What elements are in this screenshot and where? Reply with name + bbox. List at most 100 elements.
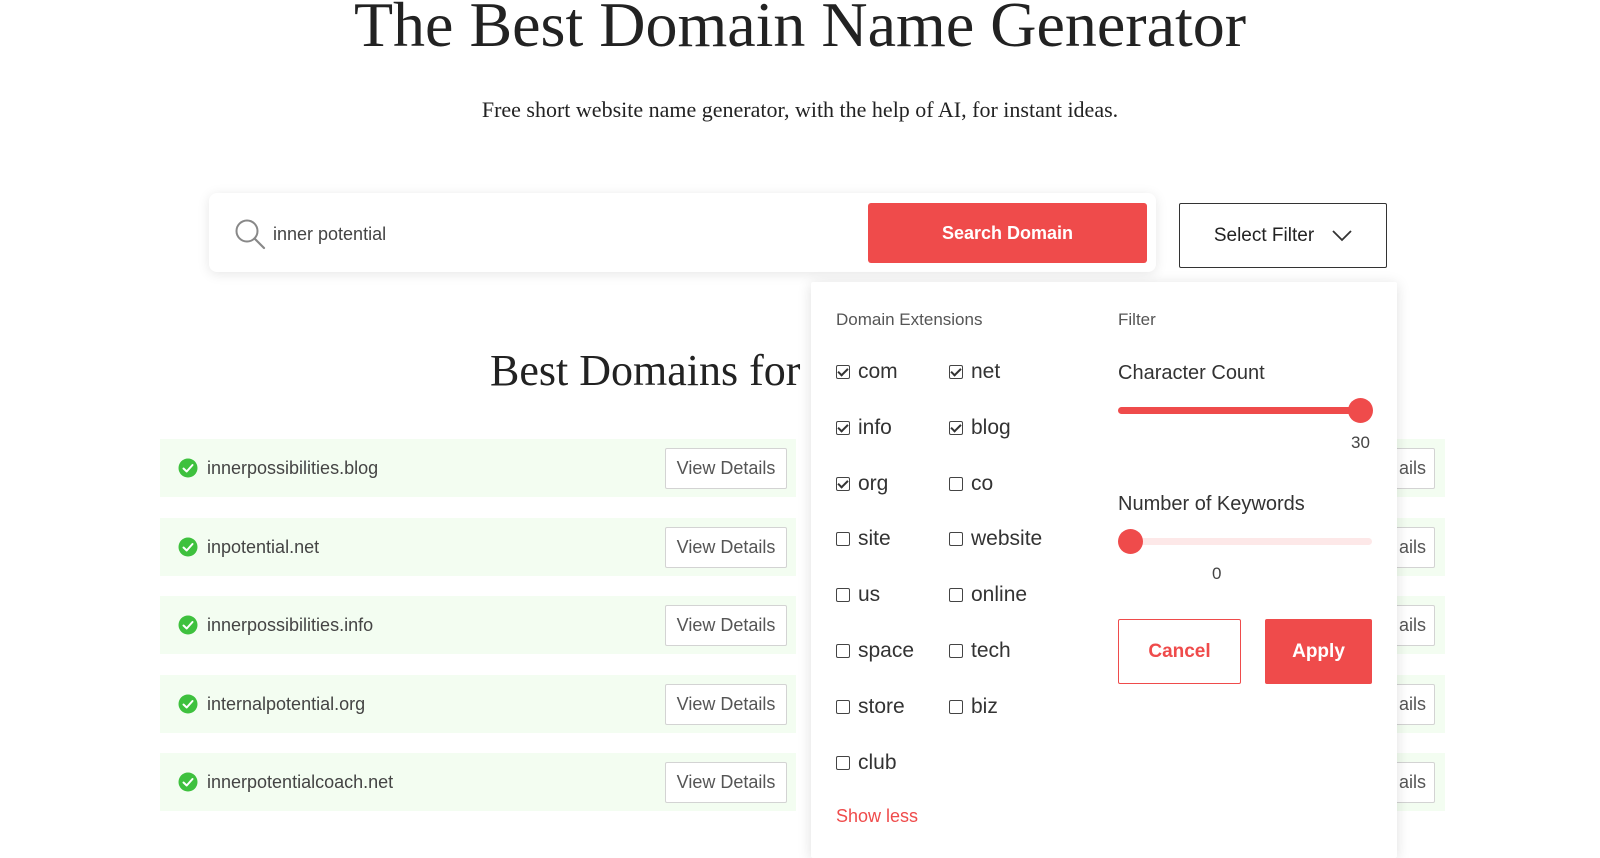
keywords-label: Number of Keywords	[1118, 493, 1305, 515]
keywords-slider-thumb[interactable]	[1118, 529, 1143, 554]
filter-heading: Filter	[1118, 310, 1156, 329]
extension-label: biz	[971, 694, 998, 718]
view-details-button[interactable]: View Details	[665, 605, 787, 646]
character-count-slider-fill	[1118, 407, 1360, 414]
extension-label: tech	[971, 639, 1011, 662]
domain-name[interactable]: innerpotentialcoach.net	[207, 772, 393, 793]
extension-checkbox-net[interactable]: net	[949, 360, 1000, 384]
view-details-button-partial[interactable]: ails	[1396, 762, 1435, 803]
checkbox-icon[interactable]	[836, 699, 850, 714]
results-heading: Best Domains for	[490, 346, 801, 395]
extension-checkbox-com[interactable]: com	[836, 360, 898, 384]
checkbox-icon[interactable]	[949, 476, 963, 491]
extension-checkbox-store[interactable]: store	[836, 695, 905, 719]
check-circle-icon	[178, 458, 198, 478]
extension-checkbox-org[interactable]: org	[836, 472, 888, 496]
result-row-right: ails	[1396, 596, 1445, 654]
checkbox-icon[interactable]	[836, 588, 850, 603]
result-row: innerpotentialcoach.net View Details	[160, 753, 796, 811]
extension-checkbox-tech[interactable]: tech	[949, 639, 1011, 663]
check-circle-icon	[178, 772, 198, 792]
extension-label: space	[858, 639, 915, 662]
extension-label: info	[858, 415, 892, 439]
keywords-value: 0	[1212, 564, 1222, 583]
filter-panel: Domain Extensions Filter com net info blog o…	[811, 282, 1397, 858]
extension-label: blog	[971, 415, 1011, 439]
checkbox-icon[interactable]	[836, 476, 850, 491]
extension-checkbox-online[interactable]: online	[949, 583, 1027, 607]
checkbox-icon[interactable]	[949, 699, 963, 714]
search-input[interactable]	[271, 215, 855, 253]
checkbox-icon[interactable]	[949, 532, 963, 547]
checkbox-icon[interactable]	[836, 755, 850, 770]
view-details-button[interactable]: View Details	[665, 762, 787, 803]
result-row: internalpotential.org View Details	[160, 675, 796, 733]
extension-label: org	[858, 471, 889, 495]
checkbox-icon[interactable]	[949, 365, 963, 379]
extension-label: store	[858, 694, 905, 718]
view-details-button-partial[interactable]: ails	[1396, 527, 1435, 568]
extension-checkbox-biz[interactable]: biz	[949, 695, 998, 719]
extension-label: site	[858, 527, 891, 551]
show-less-link[interactable]: Show less	[836, 806, 918, 827]
view-details-button[interactable]: View Details	[665, 448, 787, 489]
check-circle-icon	[178, 694, 198, 714]
extension-checkbox-co[interactable]: co	[949, 472, 993, 496]
character-count-slider[interactable]	[1118, 398, 1373, 423]
checkbox-icon[interactable]	[949, 420, 963, 435]
extension-label: website	[971, 527, 1043, 551]
keywords-slider[interactable]	[1118, 529, 1372, 554]
character-count-label: Character Count	[1118, 362, 1265, 384]
checkbox-icon[interactable]	[836, 532, 850, 547]
view-details-button[interactable]: View Details	[665, 684, 787, 725]
extension-label: net	[971, 360, 1001, 383]
search-domain-button[interactable]: Search Domain	[868, 203, 1147, 263]
extension-label: club	[858, 750, 897, 774]
domain-name[interactable]: innerpossibilities.blog	[207, 458, 378, 479]
result-row: innerpossibilities.blog View Details	[160, 439, 796, 497]
check-circle-icon	[178, 537, 198, 557]
select-filter-label: Select Filter	[1213, 224, 1315, 246]
character-count-value: 30	[1351, 433, 1370, 452]
extension-label: co	[971, 471, 994, 495]
extension-label: com	[858, 360, 898, 383]
page-title: The Best Domain Name Generator	[353, 0, 1247, 60]
domain-name[interactable]: internalpotential.org	[207, 694, 365, 715]
checkbox-icon[interactable]	[949, 588, 963, 603]
extension-checkbox-club[interactable]: club	[836, 751, 897, 775]
character-count-slider-thumb[interactable]	[1348, 398, 1373, 423]
result-row-right: ails	[1396, 518, 1445, 576]
result-row: inpotential.net View Details	[160, 518, 796, 576]
view-details-button-partial[interactable]: ails	[1396, 605, 1435, 646]
extension-checkbox-blog[interactable]: blog	[949, 416, 1011, 440]
view-details-button-partial[interactable]: ails	[1396, 448, 1435, 489]
checkbox-icon[interactable]	[836, 420, 850, 435]
cancel-button[interactable]: Cancel	[1118, 619, 1241, 684]
view-details-button-partial[interactable]: ails	[1396, 684, 1435, 725]
check-circle-icon	[178, 615, 198, 635]
apply-button[interactable]: Apply	[1265, 619, 1372, 684]
result-row-right: ails	[1396, 675, 1445, 733]
checkbox-icon[interactable]	[949, 644, 963, 658]
select-filter-button[interactable]: Select Filter	[1179, 203, 1387, 268]
result-row-right: ails	[1396, 439, 1445, 497]
extension-checkbox-space[interactable]: space	[836, 639, 914, 663]
domain-name[interactable]: inpotential.net	[207, 537, 319, 558]
domain-name[interactable]: innerpossibilities.info	[207, 615, 373, 636]
extension-checkbox-website[interactable]: website	[949, 527, 1042, 551]
extension-label: us	[858, 583, 881, 607]
result-row-right: ails	[1396, 753, 1445, 811]
extension-label: online	[971, 583, 1028, 607]
result-row: innerpossibilities.info View Details	[160, 596, 796, 654]
extension-checkbox-us[interactable]: us	[836, 583, 880, 607]
search-icon	[235, 219, 266, 250]
view-details-button[interactable]: View Details	[665, 527, 787, 568]
extension-checkbox-site[interactable]: site	[836, 527, 891, 551]
extension-checkbox-info[interactable]: info	[836, 416, 892, 440]
page-subtitle: Free short website name generator, with …	[481, 97, 1119, 122]
search-box: Search Domain	[209, 193, 1156, 272]
checkbox-icon[interactable]	[836, 365, 850, 379]
checkbox-icon[interactable]	[836, 644, 850, 658]
domain-extensions-heading: Domain Extensions	[836, 310, 983, 329]
chevron-down-icon	[1332, 229, 1352, 241]
